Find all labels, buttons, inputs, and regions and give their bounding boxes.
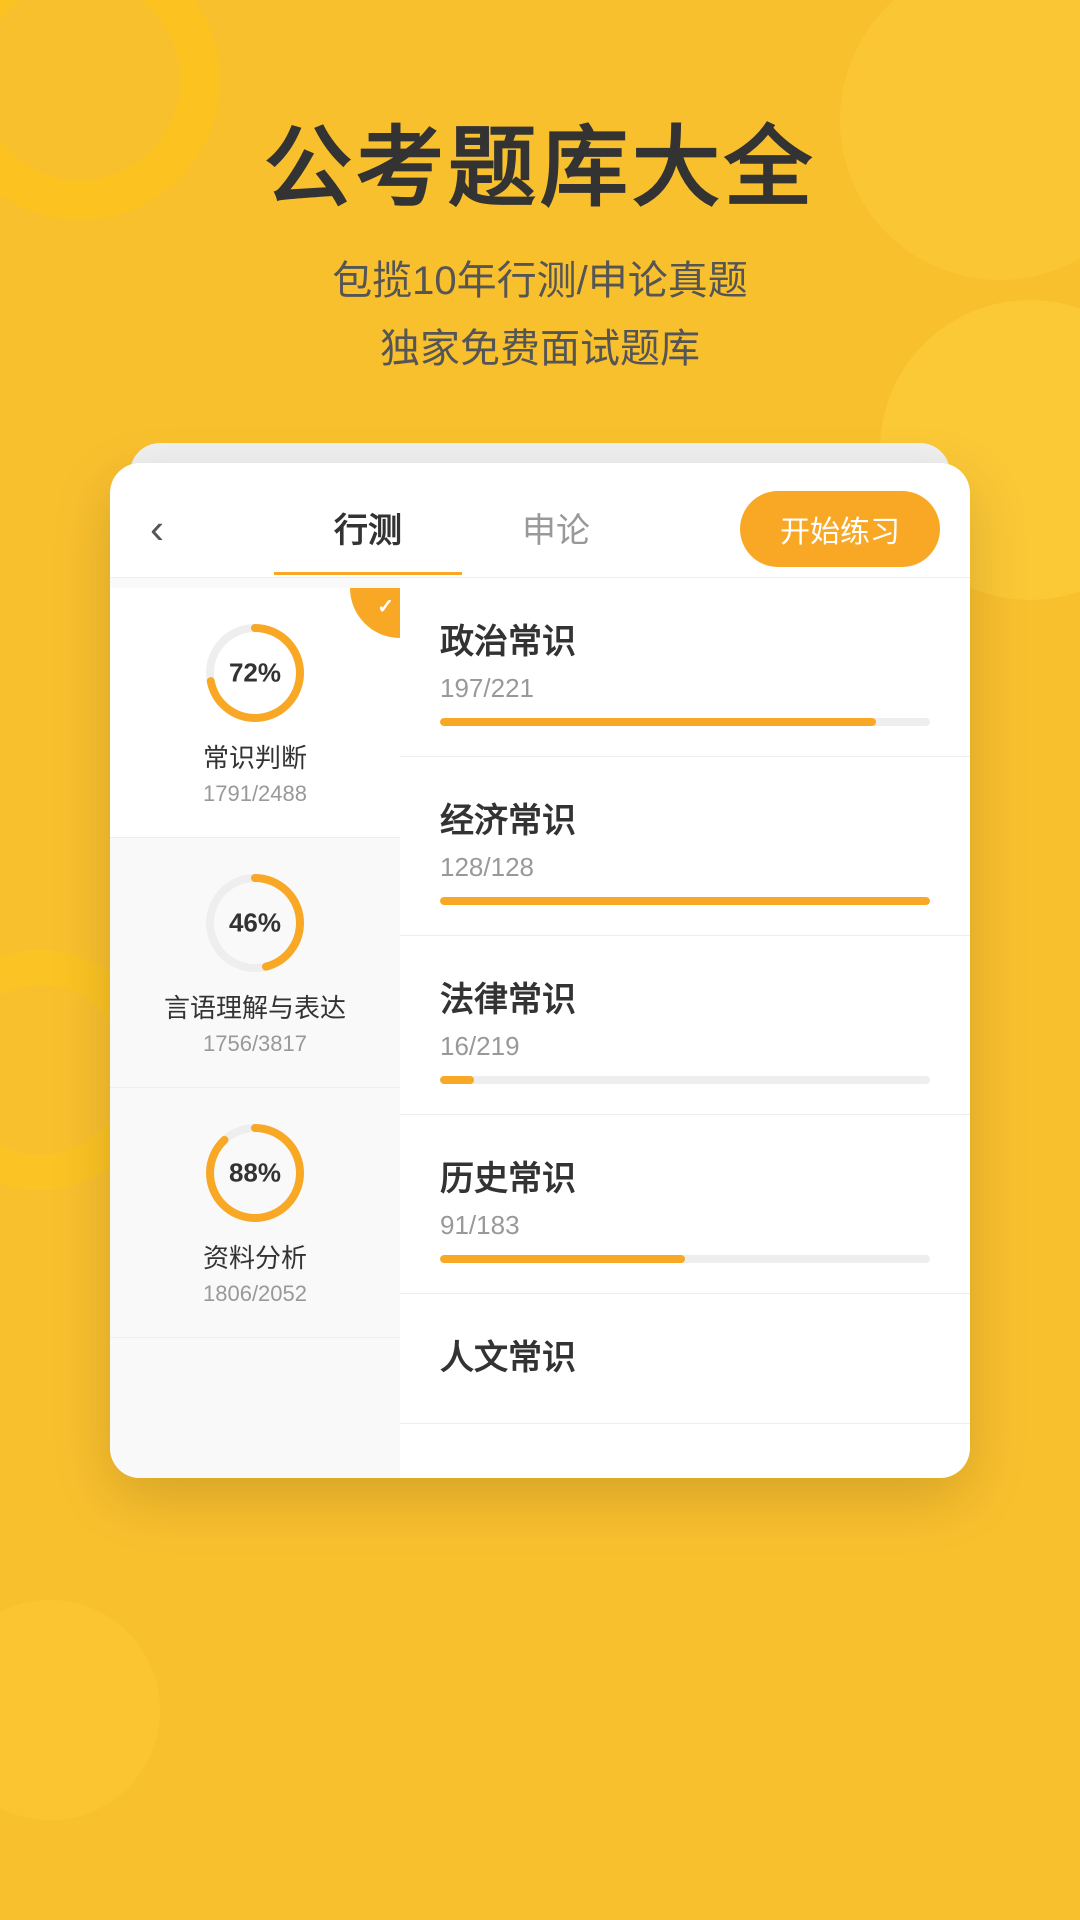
sidebar-item-yanyulijie[interactable]: 46% 言语理解与表达 1756/3817	[110, 838, 400, 1088]
list-title-1: 政治常识	[440, 614, 930, 663]
list-title-3: 法律常识	[440, 972, 930, 1021]
circle-progress-3: 88%	[200, 1118, 310, 1228]
progress-fill-2	[440, 897, 930, 905]
percent-label-3: 88%	[229, 1157, 281, 1188]
list-count-4: 91/183	[440, 1210, 930, 1241]
progress-fill-3	[440, 1076, 474, 1084]
progress-track-1	[440, 718, 930, 726]
list-item-zhengzhi[interactable]: 政治常识 197/221	[400, 578, 970, 757]
list-item-renwen[interactable]: 人文常识	[400, 1294, 970, 1424]
list-count-3: 16/219	[440, 1031, 930, 1062]
card-body: ✓ 72% 常识判断 1791/2488	[110, 578, 970, 1478]
percent-label-2: 46%	[229, 907, 281, 938]
card-header: ‹ 行测 申论 开始练习	[110, 463, 970, 578]
hero-subtitle: 包揽10年行测/申论真题 独家免费面试题库	[0, 247, 1080, 383]
tab-group: 行测 申论	[184, 493, 740, 575]
main-card: ‹ 行测 申论 开始练习 ✓	[110, 463, 970, 1478]
checkmark-icon: ✓	[377, 594, 394, 619]
list-item-jingji[interactable]: 经济常识 128/128	[400, 757, 970, 936]
list-count-1: 197/221	[440, 673, 930, 704]
sidebar-label-2: 言语理解与表达	[130, 988, 380, 1025]
sidebar-count-1: 1791/2488	[130, 781, 380, 807]
hero-section: 公考题库大全 包揽10年行测/申论真题 独家免费面试题库	[0, 0, 1080, 383]
check-badge: ✓	[350, 588, 400, 638]
list-title-2: 经济常识	[440, 793, 930, 842]
tab-xinche[interactable]: 行测	[274, 493, 462, 575]
sidebar-item-ziliaofenxi[interactable]: 88% 资料分析 1806/2052	[110, 1088, 400, 1338]
sidebar-item-changshibpanduan[interactable]: ✓ 72% 常识判断 1791/2488	[110, 588, 400, 838]
sidebar-label-1: 常识判断	[130, 738, 380, 775]
progress-fill-4	[440, 1255, 685, 1263]
list-count-2: 128/128	[440, 852, 930, 883]
list-title-5: 人文常识	[440, 1330, 930, 1379]
list-item-falv[interactable]: 法律常识 16/219	[400, 936, 970, 1115]
list-title-4: 历史常识	[440, 1151, 930, 1200]
sidebar-count-3: 1806/2052	[130, 1281, 380, 1307]
progress-track-3	[440, 1076, 930, 1084]
card-stack: ‹ 行测 申论 开始练习 ✓	[110, 463, 970, 1478]
sidebar-label-3: 资料分析	[130, 1238, 380, 1275]
tab-shenlun[interactable]: 申论	[462, 493, 650, 575]
start-practice-button[interactable]: 开始练习	[740, 491, 940, 567]
bg-decoration-bottom-left	[0, 1600, 160, 1820]
progress-track-4	[440, 1255, 930, 1263]
list-item-lishi[interactable]: 历史常识 91/183	[400, 1115, 970, 1294]
hero-subtitle-line2: 独家免费面试题库	[0, 315, 1080, 383]
percent-label-1: 72%	[229, 657, 281, 688]
hero-title: 公考题库大全	[0, 120, 1080, 217]
back-button[interactable]: ‹	[140, 508, 184, 560]
category-sidebar: ✓ 72% 常识判断 1791/2488	[110, 578, 400, 1478]
circle-progress-2: 46%	[200, 868, 310, 978]
hero-subtitle-line1: 包揽10年行测/申论真题	[0, 247, 1080, 315]
content-list: 政治常识 197/221 经济常识 128/128 法律常识	[400, 578, 970, 1478]
progress-fill-1	[440, 718, 876, 726]
progress-track-2	[440, 897, 930, 905]
sidebar-count-2: 1756/3817	[130, 1031, 380, 1057]
circle-progress-1: 72%	[200, 618, 310, 728]
